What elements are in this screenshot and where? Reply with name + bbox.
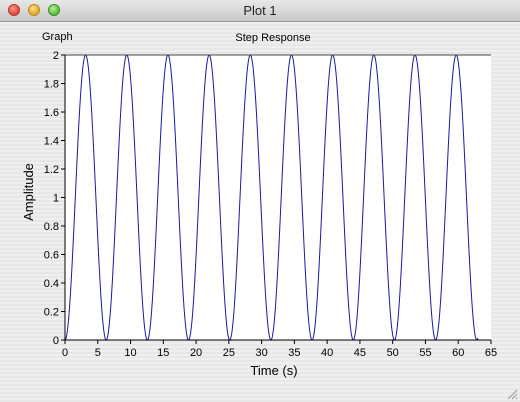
x-tick-label: 0 (62, 347, 68, 359)
x-tick-label: 30 (255, 347, 267, 359)
x-axis: 0 5 10 15 20 25 30 35 40 45 50 55 60 65 (62, 340, 497, 359)
x-tick-label: 20 (190, 347, 202, 359)
x-tick-label: 35 (288, 347, 300, 359)
y-tick-label: 1 (53, 193, 59, 205)
x-tick-label: 50 (387, 347, 399, 359)
x-tick-label: 5 (95, 347, 101, 359)
x-tick-label: 10 (124, 347, 136, 359)
step-response-chart: Step Response 0 0.2 0.4 0.6 0.8 1 1.2 1.4 1.6 1.8… (21, 32, 497, 378)
y-tick-label: 0.2 (44, 307, 59, 319)
chart-title: Step Response (235, 32, 310, 44)
x-tick-label: 40 (321, 347, 333, 359)
x-tick-label: 15 (157, 347, 169, 359)
x-tick-label: 65 (485, 347, 497, 359)
resize-grip-icon[interactable] (506, 388, 518, 400)
x-tick-label: 25 (223, 347, 235, 359)
y-tick-label: 0.8 (44, 221, 59, 233)
x-axis-label: Time (s) (250, 363, 297, 378)
y-tick-label: 0.4 (44, 278, 59, 290)
y-tick-label: 1.4 (44, 136, 59, 148)
y-axis-label: Amplitude (21, 163, 36, 221)
y-tick-label: 0.6 (44, 250, 59, 262)
y-tick-label: 2 (53, 50, 59, 62)
y-tick-label: 1.8 (44, 79, 59, 91)
y-tick-label: 1.2 (44, 164, 59, 176)
y-axis: 0 0.2 0.4 0.6 0.8 1 1.2 1.4 1.6 1.8 2 (44, 50, 65, 347)
x-tick-label: 55 (419, 347, 431, 359)
x-tick-label: 45 (354, 347, 366, 359)
x-tick-label: 60 (452, 347, 464, 359)
y-tick-label: 0 (53, 335, 59, 347)
y-tick-label: 1.6 (44, 107, 59, 119)
plot-area (65, 55, 491, 340)
